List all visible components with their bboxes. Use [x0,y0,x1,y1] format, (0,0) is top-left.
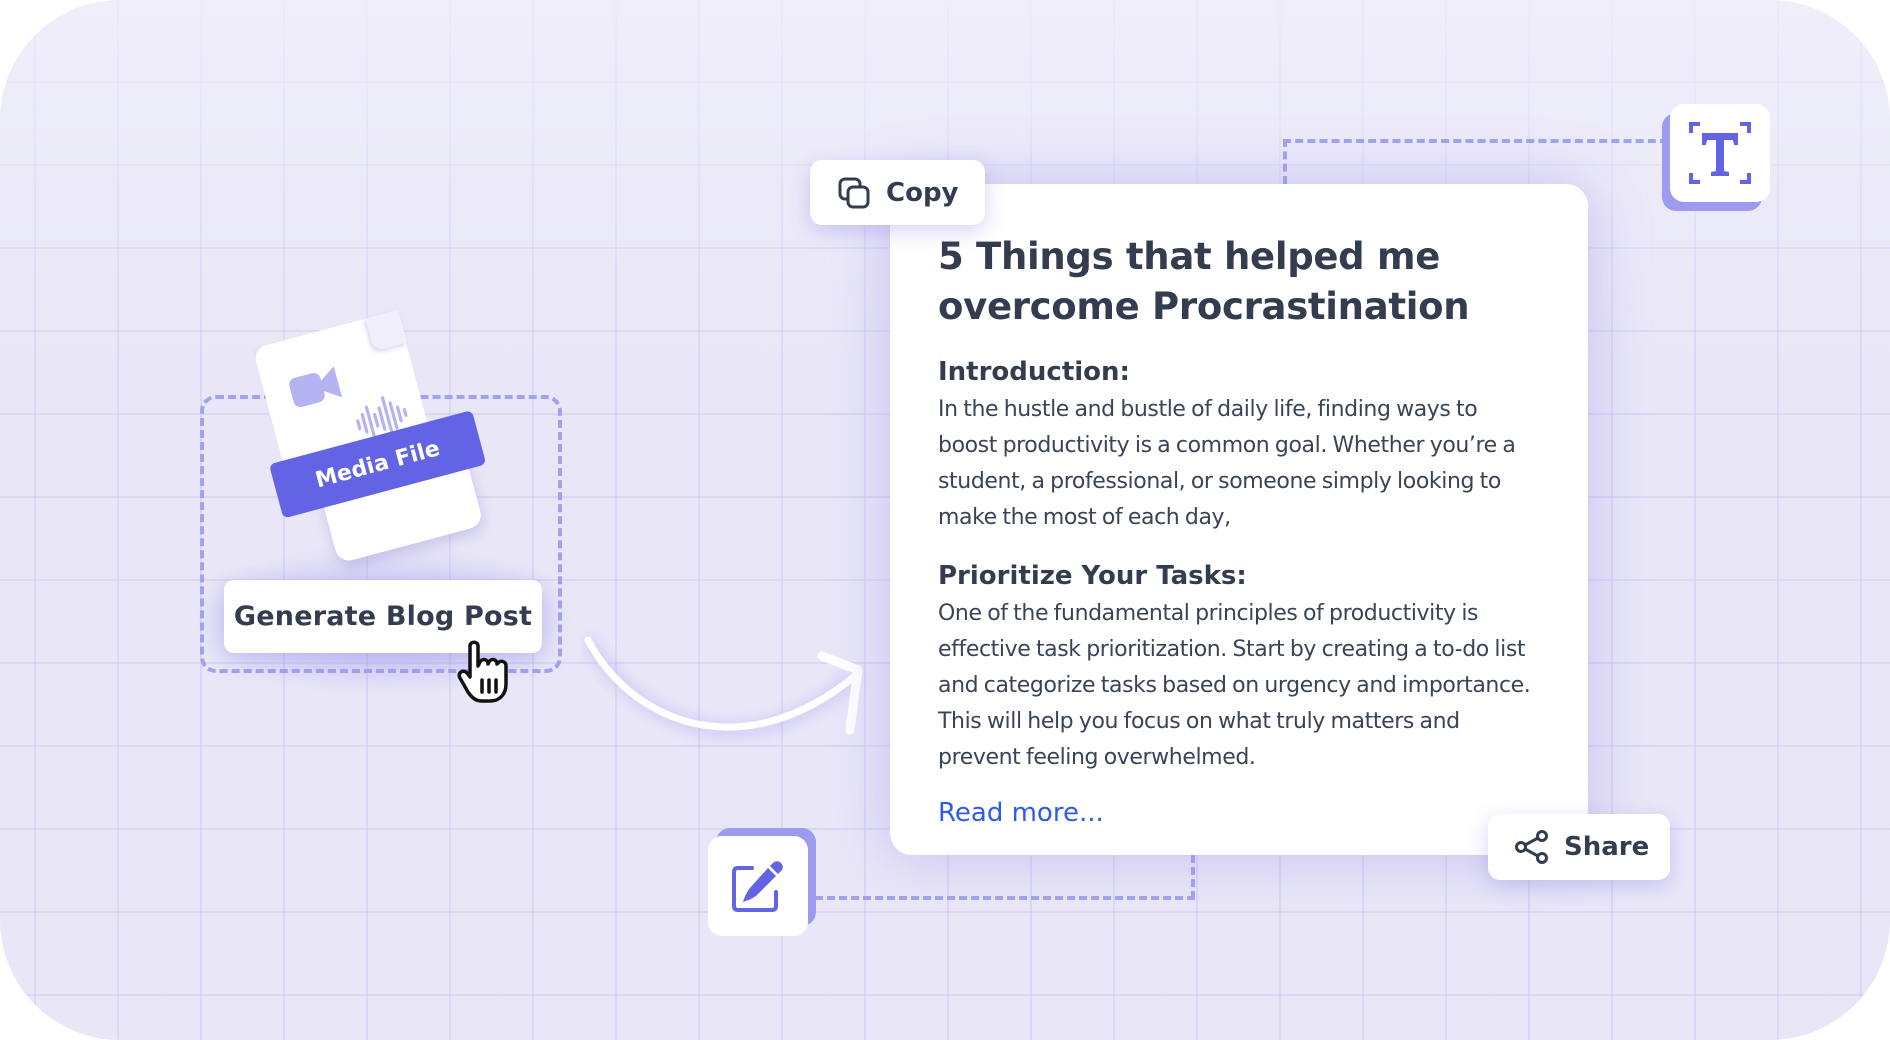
canvas-background: Media File Generate Blog Post 5 Things t… [0,0,1890,1040]
section-heading-introduction: Introduction: [938,357,1130,387]
connector-top [1283,139,1668,143]
text-tool-button[interactable] [1670,104,1770,202]
hand-pointer-cursor-icon [457,640,508,703]
edit-icon [732,861,783,912]
flow-arrow-icon [583,636,863,735]
connector-bottom-vertical [1191,855,1195,899]
share-icon [1515,830,1548,864]
section-body-introduction: In the hustle and bustle of daily life, … [938,397,1516,530]
read-more-link[interactable]: Read more... [938,798,1104,828]
edit-tool-button[interactable] [708,836,808,936]
section-heading-prioritize: Prioritize Your Tasks: [938,561,1247,591]
section-body-prioritize: One of the fundamental principles of pro… [938,601,1531,770]
copy-icon [838,177,870,208]
share-button-label: Share [1564,832,1650,862]
share-button[interactable]: Share [1488,814,1670,880]
blog-post-title: 5 Things that helped me overcome Procras… [938,235,1470,328]
copy-button[interactable]: Copy [810,160,985,225]
connector-bottom [815,896,1195,900]
connector-top-vertical [1283,139,1287,184]
blog-post-card: 5 Things that helped me overcome Procras… [890,184,1588,855]
text-select-icon [1689,122,1751,184]
copy-button-label: Copy [886,177,959,208]
